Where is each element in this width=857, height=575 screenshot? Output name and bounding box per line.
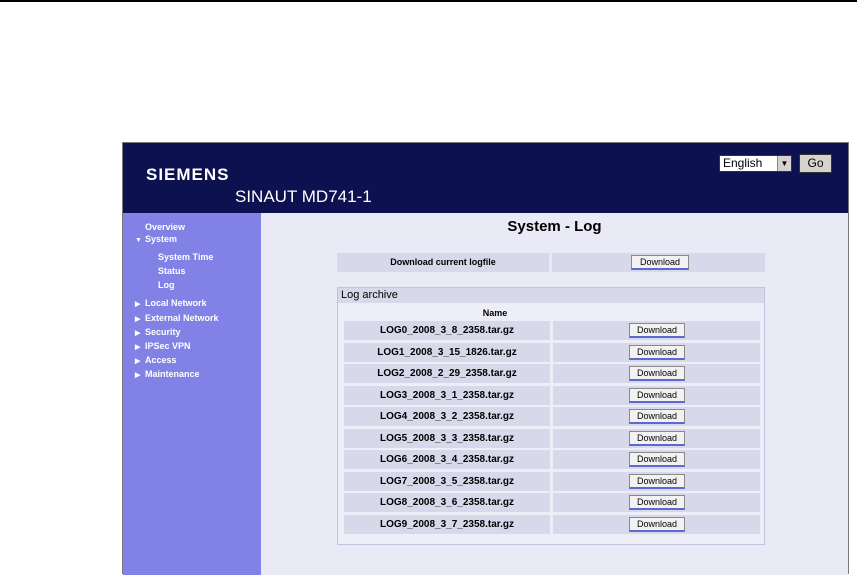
archive-download-cell: Download [553, 385, 760, 405]
archive-file-name: LOG2_2008_2_29_2358.tar.gz [344, 364, 550, 383]
top-rule [0, 0, 857, 2]
archive-download-cell: Download [553, 428, 760, 448]
sidebar-item-label: IPSec VPN [145, 341, 191, 351]
download-archive-button[interactable]: Download [629, 323, 685, 338]
archive-file-name: LOG1_2008_3_15_1826.tar.gz [344, 342, 550, 362]
archive-download-cell: Download [553, 514, 760, 534]
triangle-right-icon: ▶ [135, 344, 141, 351]
triangle-right-icon: ▶ [135, 358, 141, 365]
sidebar-item-label: System Time [158, 252, 214, 262]
archive-file-name: LOG8_2008_3_6_2358.tar.gz [344, 493, 550, 512]
sidebar-item-ipsec-vpn[interactable]: ▶ IPSec VPN [135, 341, 191, 353]
sidebar-item-access[interactable]: ▶ Access [135, 355, 177, 367]
archive-file-name: LOG4_2008_3_2_2358.tar.gz [344, 407, 550, 426]
download-archive-button[interactable]: Download [629, 495, 685, 510]
current-logfile-label: Download current logfile [337, 253, 549, 272]
sidebar-item-label: Local Network [145, 298, 207, 308]
archive-download-cell: Download [553, 493, 760, 512]
language-selected-value: English [723, 156, 763, 170]
archive-download-cell: Download [553, 407, 760, 426]
current-logfile-action-cell: Download [552, 253, 765, 272]
main-content: System - Log Download current logfile Do… [261, 213, 848, 575]
sidebar-item-label: Maintenance [145, 369, 200, 379]
sidebar-item-status[interactable]: Status [158, 266, 186, 277]
sidebar-item-label: Access [145, 355, 177, 365]
download-archive-button[interactable]: Download [629, 516, 685, 532]
log-archive-panel: Log archive Name LOG0_2008_3_8_2358.tar.… [337, 287, 765, 545]
archive-file-name: LOG7_2008_3_5_2358.tar.gz [344, 471, 550, 491]
sidebar-item-system-time[interactable]: System Time [158, 252, 213, 263]
browser-page: SIEMENS SINAUT MD741-1 English ▼ Go Over… [122, 142, 849, 575]
sidebar-item-label: Security [145, 327, 181, 337]
archive-file-name: LOG6_2008_3_4_2358.tar.gz [344, 450, 550, 469]
sidebar-item-maintenance[interactable]: ▶ Maintenance [135, 369, 200, 381]
sidebar-item-log[interactable]: Log [158, 280, 175, 291]
sidebar-item-external-network[interactable]: ▶ External Network [135, 313, 219, 325]
download-archive-button[interactable]: Download [629, 387, 685, 403]
triangle-down-icon: ▼ [135, 237, 142, 244]
sidebar-item-label: Log [158, 280, 175, 290]
archive-download-cell: Download [553, 364, 760, 383]
download-archive-button[interactable]: Download [629, 409, 685, 424]
header-bar: SIEMENS SINAUT MD741-1 English ▼ Go [123, 143, 848, 213]
archive-file-name: LOG0_2008_3_8_2358.tar.gz [344, 321, 550, 340]
sidebar-item-local-network[interactable]: ▶ Local Network [135, 298, 207, 310]
sidebar-item-label: Overview [145, 222, 186, 232]
log-archive-title: Log archive [338, 288, 764, 303]
sidebar-item-overview[interactable]: Overview [145, 222, 185, 233]
sidebar-item-security[interactable]: ▶ Security [135, 327, 181, 339]
name-column-header: Name [482, 308, 508, 318]
archive-file-name: LOG5_2008_3_3_2358.tar.gz [344, 428, 550, 448]
archive-download-cell: Download [553, 450, 760, 469]
triangle-right-icon: ▶ [135, 301, 141, 308]
sidebar-item-label: System [145, 234, 178, 244]
sidebar-nav: Overview ▼ System System Time Status Log ▶ Loca… [123, 213, 261, 575]
archive-download-cell: Download [553, 342, 760, 362]
download-archive-button[interactable]: Download [629, 366, 685, 381]
sidebar-item-system[interactable]: ▼ System [135, 234, 177, 246]
download-archive-button[interactable]: Download [629, 473, 685, 489]
sidebar-item-label: External Network [145, 313, 219, 323]
page-title: System - Log [507, 218, 602, 235]
go-button[interactable]: Go [799, 154, 832, 173]
product-name: SINAUT MD741-1 [235, 187, 372, 206]
chevron-down-icon[interactable]: ▼ [777, 156, 791, 171]
archive-file-name: LOG3_2008_3_1_2358.tar.gz [344, 385, 550, 405]
triangle-right-icon: ▶ [135, 330, 141, 337]
download-archive-button[interactable]: Download [629, 430, 685, 446]
triangle-right-icon: ▶ [135, 316, 141, 323]
archive-file-name: LOG9_2008_3_7_2358.tar.gz [344, 514, 550, 534]
download-archive-button[interactable]: Download [629, 452, 685, 467]
language-select[interactable]: English ▼ [719, 155, 792, 172]
archive-download-cell: Download [553, 471, 760, 491]
download-current-logfile-button[interactable]: Download [631, 255, 689, 270]
archive-download-cell: Download [553, 321, 760, 340]
download-archive-button[interactable]: Download [629, 344, 685, 360]
siemens-logo: SIEMENS [146, 165, 230, 184]
sidebar-item-label: Status [158, 266, 186, 276]
triangle-right-icon: ▶ [135, 372, 141, 379]
